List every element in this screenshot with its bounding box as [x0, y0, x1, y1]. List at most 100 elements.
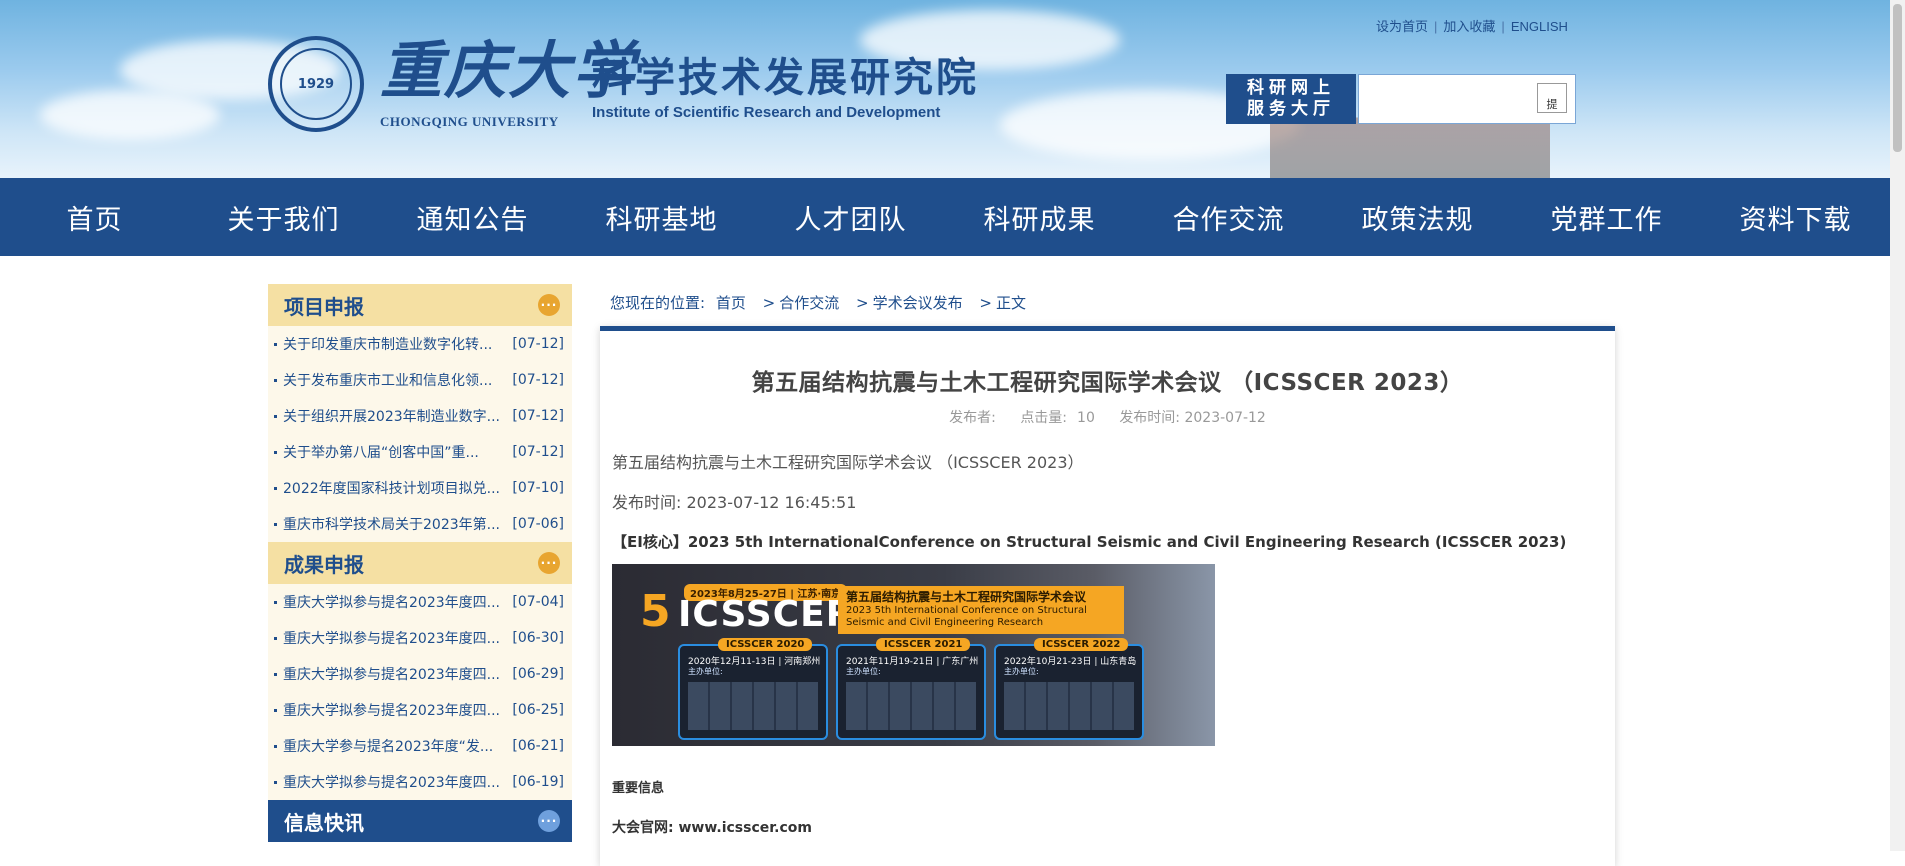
- main-nav: 首页 关于我们 通知公告 科研基地 人才团队 科研成果 合作交流 政策法规 党群…: [0, 178, 1890, 256]
- breadcrumb-sep: >: [856, 294, 869, 312]
- list-item[interactable]: 重庆大学拟参与提名2023年度四... [07-04]: [268, 584, 572, 620]
- list-item[interactable]: 关于组织开展2023年制造业数字... [07-12]: [268, 398, 572, 434]
- item-title[interactable]: 重庆大学拟参与提名2023年度四...: [283, 700, 500, 720]
- panel-sub: 主办单位:: [846, 667, 881, 676]
- meta-publisher: 发布者:: [949, 410, 996, 426]
- meta-clicks-label: 点击量:: [1020, 410, 1068, 426]
- banner-title-block: 第五届结构抗震与土木工程研究国际学术会议 2023 5th Internatio…: [838, 586, 1124, 634]
- breadcrumb-sep: >: [762, 294, 776, 312]
- divider: |: [1501, 19, 1505, 34]
- list-item[interactable]: 重庆大学拟参与提名2023年度四... [06-30]: [268, 620, 572, 656]
- article-paragraph: 【EI核心】2023 5th InternationalConference o…: [612, 533, 1567, 551]
- bullet-icon: [274, 450, 277, 454]
- item-title[interactable]: 关于举办第八届“创客中国”重...: [283, 442, 479, 462]
- breadcrumb: 您现在的位置: 首页 > 合作交流 > 学术会议发布 > 正文: [610, 292, 1032, 313]
- section-title[interactable]: 项目申报: [284, 291, 364, 320]
- item-title[interactable]: 重庆市科学技术局关于2023年第...: [283, 514, 500, 534]
- list-item[interactable]: 关于印发重庆市制造业数字化转... [07-12]: [268, 326, 572, 362]
- list-item[interactable]: 关于发布重庆市工业和信息化领... [07-12]: [268, 362, 572, 398]
- nav-item-downloads[interactable]: 资料下载: [1701, 178, 1890, 256]
- breadcrumb-current[interactable]: 正文: [996, 294, 1026, 312]
- conference-banner-image: 5 2023年8月25-27日 | 江苏·南京 ICSSCER 2023 第五届…: [612, 564, 1215, 746]
- item-date: [07-12]: [512, 336, 564, 352]
- set-homepage-link[interactable]: 设为首页: [1376, 16, 1428, 35]
- item-date: [07-12]: [512, 372, 564, 388]
- add-favorite-link[interactable]: 加入收藏: [1443, 16, 1495, 35]
- cloud-decoration: [40, 90, 220, 140]
- divider: |: [1434, 19, 1438, 34]
- breadcrumb-conferences[interactable]: 学术会议发布: [873, 294, 963, 312]
- search-button[interactable]: 提: [1537, 83, 1567, 113]
- section-header-achievements: 成果申报 ···: [268, 542, 572, 584]
- panel-photos: [846, 682, 976, 730]
- project-list: 关于印发重庆市制造业数字化转... [07-12] 关于发布重庆市工业和信息化领.…: [268, 326, 572, 542]
- bullet-icon: [274, 744, 277, 748]
- banner-panel: ICSSCER 2020 2020年12月11-13日 | 河南郑州 主办单位:: [678, 638, 828, 740]
- item-date: [07-12]: [512, 444, 564, 460]
- scrollbar-thumb[interactable]: [1893, 4, 1902, 152]
- english-link[interactable]: ENGLISH: [1511, 19, 1568, 34]
- site-header: 1929 重庆大学 CHONGQING UNIVERSITY 科学技术发展研究院…: [0, 0, 1890, 178]
- list-item[interactable]: 2022年度国家科技计划项目拟兑... [07-10]: [268, 470, 572, 506]
- list-item[interactable]: 关于举办第八届“创客中国”重... [07-12]: [268, 434, 572, 470]
- bullet-icon: [274, 708, 277, 712]
- item-title[interactable]: 关于组织开展2023年制造业数字...: [283, 406, 500, 426]
- item-date: [07-04]: [512, 594, 564, 610]
- portal-line-2: 服务大厅: [1247, 99, 1335, 119]
- item-title[interactable]: 重庆大学拟参与提名2023年度四...: [283, 772, 500, 792]
- section-title[interactable]: 成果申报: [284, 549, 364, 578]
- nav-item-about[interactable]: 关于我们: [189, 178, 378, 256]
- bullet-icon: [274, 522, 277, 526]
- university-seal-logo[interactable]: 1929: [268, 36, 364, 132]
- bullet-icon: [274, 342, 277, 346]
- item-date: [07-06]: [512, 516, 564, 532]
- article-paragraph: 重要信息: [612, 781, 665, 796]
- list-item[interactable]: 重庆大学拟参与提名2023年度四... [06-25]: [268, 692, 572, 728]
- item-title[interactable]: 重庆大学参与提名2023年度“发...: [283, 736, 493, 756]
- nav-item-policy[interactable]: 政策法规: [1323, 178, 1512, 256]
- more-icon[interactable]: ···: [538, 294, 560, 316]
- nav-item-cooperation[interactable]: 合作交流: [1134, 178, 1323, 256]
- item-title[interactable]: 关于发布重庆市工业和信息化领...: [283, 370, 492, 390]
- bullet-icon: [274, 672, 277, 676]
- nav-item-party[interactable]: 党群工作: [1512, 178, 1701, 256]
- list-item[interactable]: 重庆大学拟参与提名2023年度四... [06-29]: [268, 656, 572, 692]
- breadcrumb-home[interactable]: 首页: [716, 294, 746, 312]
- list-item[interactable]: 重庆大学拟参与提名2023年度四... [06-19]: [268, 764, 572, 800]
- more-icon[interactable]: ···: [538, 552, 560, 574]
- section-title[interactable]: 信息快讯: [284, 807, 364, 836]
- search-input[interactable]: 提: [1358, 74, 1576, 124]
- panel-sub: 主办单位:: [1004, 667, 1039, 676]
- item-date: [06-29]: [512, 666, 564, 682]
- item-date: [06-25]: [512, 702, 564, 718]
- bullet-icon: [274, 780, 277, 784]
- nav-item-talent[interactable]: 人才团队: [756, 178, 945, 256]
- seal-text: 1929: [280, 48, 352, 120]
- item-title[interactable]: 2022年度国家科技计划项目拟兑...: [283, 478, 500, 498]
- nav-item-bases[interactable]: 科研基地: [567, 178, 756, 256]
- item-title[interactable]: 重庆大学拟参与提名2023年度四...: [283, 592, 500, 612]
- banner-panel: ICSSCER 2021 2021年11月19-21日 | 广东广州 主办单位:: [836, 638, 986, 740]
- bullet-icon: [274, 378, 277, 382]
- more-icon[interactable]: ···: [538, 810, 560, 832]
- nav-item-notices[interactable]: 通知公告: [378, 178, 567, 256]
- item-date: [07-12]: [512, 408, 564, 424]
- breadcrumb-label: 您现在的位置:: [610, 294, 706, 312]
- page-scrollbar[interactable]: [1890, 0, 1905, 851]
- banner-edition-number: 5: [640, 586, 671, 637]
- item-title[interactable]: 关于印发重庆市制造业数字化转...: [283, 334, 492, 354]
- list-item[interactable]: 重庆大学参与提名2023年度“发... [06-21]: [268, 728, 572, 764]
- item-title[interactable]: 重庆大学拟参与提名2023年度四...: [283, 664, 500, 684]
- article-title: 第五届结构抗震与土木工程研究国际学术会议 （ICSSCER 2023）: [751, 370, 1464, 396]
- nav-item-home[interactable]: 首页: [0, 178, 189, 256]
- list-item[interactable]: 重庆市科学技术局关于2023年第... [07-06]: [268, 506, 572, 542]
- breadcrumb-cooperation[interactable]: 合作交流: [779, 294, 839, 312]
- item-title[interactable]: 重庆大学拟参与提名2023年度四...: [283, 628, 500, 648]
- portal-line-1: 科研网上: [1247, 78, 1335, 98]
- nav-item-achievements[interactable]: 科研成果: [945, 178, 1134, 256]
- item-date: [06-21]: [512, 738, 564, 754]
- panel-photos: [1004, 682, 1134, 730]
- bullet-icon: [274, 600, 277, 604]
- banner-panel: ICSSCER 2022 2022年10月21-23日 | 山东青岛 主办单位:: [994, 638, 1144, 740]
- research-portal-button[interactable]: 科研网上 服务大厅: [1226, 74, 1356, 124]
